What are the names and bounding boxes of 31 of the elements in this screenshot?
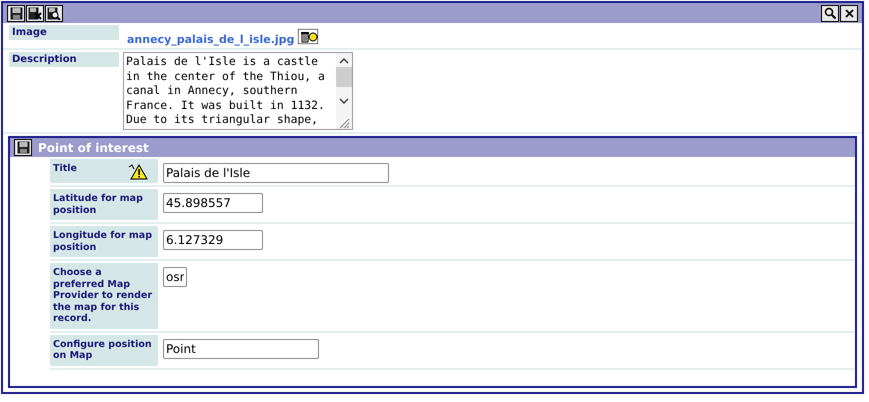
field-label: Image — [9, 25, 119, 40]
section-title: Point of interest — [38, 140, 149, 154]
delete-image-icon[interactable] — [298, 29, 318, 44]
field-label: Choose a preferred Map Provider to render the map for this record. — [50, 263, 158, 328]
field-label: Longitude for map position — [50, 226, 158, 257]
scroll-down-icon[interactable] — [339, 97, 349, 105]
scroll-thumb[interactable] — [336, 67, 352, 87]
resize-grip-icon[interactable] — [338, 117, 350, 129]
text-field[interactable]: Point — [163, 338, 319, 358]
text-field[interactable]: 6.127329 — [163, 230, 263, 250]
description-field[interactable]: Palais de l'Isle is a castle in the center of the Thiou, a canal in Annecy, southern France. It was built in 1132. Due to its triangular shape, — [123, 52, 353, 130]
save-preview-icon — [47, 6, 61, 20]
search-button[interactable] — [821, 4, 839, 22]
text-field[interactable]: Palais de l'Isle — [163, 163, 389, 183]
close-button[interactable] — [840, 4, 858, 22]
save-button[interactable] — [14, 139, 32, 156]
close-icon — [844, 8, 854, 18]
field-label: Configure position on Map — [50, 334, 158, 366]
save-button[interactable] — [7, 4, 25, 22]
text-field[interactable]: 45.898557 — [163, 193, 263, 213]
field-label: Description — [9, 52, 119, 67]
scroll-up-icon[interactable] — [339, 57, 349, 65]
save-preview-button[interactable] — [45, 4, 63, 22]
save-icon — [16, 141, 30, 154]
file-link[interactable]: annecy_palais_de_l_isle.jpg — [127, 33, 294, 46]
search-icon — [824, 6, 836, 20]
save-icon — [10, 6, 22, 20]
save-close-button[interactable] — [26, 4, 44, 22]
field-label: Latitude for map position — [50, 189, 158, 220]
save-close-icon — [28, 6, 42, 20]
field-label: Title — [50, 159, 158, 183]
